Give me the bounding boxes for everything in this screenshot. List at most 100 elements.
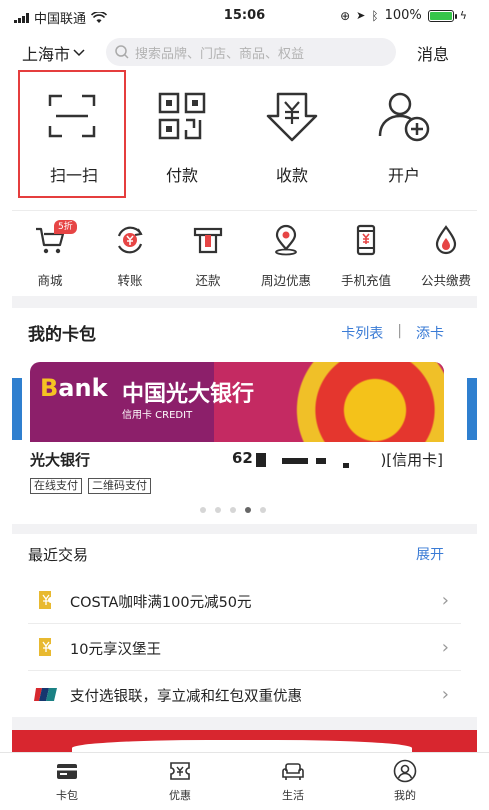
service-mall[interactable]: 5折 商城 [10, 218, 90, 292]
service-phone-recharge[interactable]: 手机充值 [326, 218, 406, 292]
service-grid: 5折 商城 转账 还款 周边优惠 手机充值 公共缴费 [0, 218, 489, 296]
service-label: 周边优惠 [260, 273, 311, 288]
open-account-button[interactable]: 开户 [350, 70, 458, 198]
card-number: 62 [232, 449, 253, 467]
card-pack-links: 卡列表 | 添卡 [341, 323, 444, 343]
tab-card-pack[interactable]: 卡包 [32, 757, 102, 803]
tab-label: 卡包 [56, 789, 78, 802]
page-dot [200, 507, 206, 513]
unionpay-icon [34, 688, 57, 701]
service-repay[interactable]: 还款 [168, 218, 248, 292]
number-mask [343, 463, 349, 468]
add-card-link[interactable]: 添卡 [416, 323, 444, 343]
divider [12, 210, 477, 211]
pay-label: 付款 [165, 166, 198, 185]
scan-label: 扫一扫 [49, 166, 98, 185]
bank-card[interactable]: Bank 中国光大银行 信用卡 CREDIT [30, 362, 444, 442]
search-placeholder: 搜索品牌、门店、商品、权益 [135, 46, 305, 62]
bluetooth-icon: ᛒ [371, 8, 379, 23]
tab-label: 我的 [394, 789, 416, 802]
chevron-right-icon: › [441, 637, 449, 658]
quick-actions: 扫一扫 付款 收款 开户 [0, 70, 489, 200]
transaction-text: 支付选银联，享立减和红包双重优惠 [70, 689, 302, 705]
status-bar: 中国联通 15:06 ⊕ ➤ ᛒ 100% ϟ [0, 0, 489, 30]
qr-code-icon [158, 92, 206, 140]
service-nearby[interactable]: 周边优惠 [246, 218, 326, 292]
number-mask [316, 458, 326, 464]
transaction-row[interactable]: COSTA咖啡满100元减50元 › [28, 577, 453, 623]
coupon-icon [39, 591, 51, 609]
battery-percent: 100% [384, 8, 422, 23]
card-icon [57, 764, 77, 779]
charging-icon: ϟ [459, 9, 467, 22]
promo-banner[interactable] [12, 730, 477, 752]
add-user-icon [378, 92, 430, 142]
service-label: 转账 [117, 273, 143, 288]
coupon-icon [39, 638, 51, 656]
service-transfer[interactable]: 转账 [90, 218, 170, 292]
battery-icon [427, 9, 457, 22]
rotation-lock-icon: ⊕ [340, 8, 351, 23]
page-dot-active [245, 507, 251, 513]
app-screen: 中国联通 15:06 ⊕ ➤ ᛒ 100% ϟ 上海市 搜索品牌、门店、商品、权… [0, 0, 489, 810]
tab-offers[interactable]: 优惠 [145, 757, 215, 803]
transaction-row[interactable]: 10元享汉堡王 › [28, 624, 453, 670]
card-pagination[interactable] [200, 507, 266, 513]
expand-link[interactable]: 展开 [416, 544, 444, 564]
link-divider: | [397, 323, 402, 339]
pay-button[interactable]: 付款 [128, 70, 236, 198]
service-label: 商城 [37, 273, 63, 288]
tab-mine[interactable]: 我的 [370, 757, 440, 803]
scan-button[interactable]: 扫一扫 [18, 70, 126, 198]
prev-card-peek[interactable] [12, 378, 22, 440]
number-mask [282, 458, 308, 464]
search-icon [115, 45, 129, 59]
card-tags: 在线支付 二维码支付 [30, 478, 151, 494]
tab-label: 生活 [282, 789, 304, 802]
search-input[interactable]: 搜索品牌、门店、商品、权益 [106, 38, 396, 66]
card-type: )[信用卡] [380, 451, 443, 469]
city-selector[interactable]: 上海市 [22, 41, 85, 65]
location-arrow-icon: ➤ [356, 9, 366, 22]
chevron-down-icon [73, 49, 85, 57]
number-mask [256, 453, 266, 467]
next-card-peek[interactable] [467, 378, 477, 440]
coupon-tab-icon [170, 762, 190, 780]
transfer-icon [117, 226, 143, 254]
tag-online-pay: 在线支付 [30, 478, 82, 494]
transaction-text: 10元享汉堡王 [70, 642, 161, 658]
service-label: 公共缴费 [420, 273, 471, 288]
card-list-link[interactable]: 卡列表 [341, 323, 383, 343]
card-name: 光大银行 [30, 451, 91, 469]
scan-icon [48, 94, 96, 138]
phone-recharge-icon [356, 224, 376, 256]
recent-title: 最近交易 [28, 546, 89, 564]
chevron-right-icon: › [441, 590, 449, 611]
receive-label: 收款 [275, 166, 308, 185]
service-public-payment[interactable]: 公共缴费 [406, 218, 486, 292]
card-pack-title: 我的卡包 [28, 325, 96, 345]
service-label: 手机充值 [340, 273, 391, 288]
receive-button[interactable]: 收款 [238, 70, 346, 198]
card-bank-name: 中国光大银行 [122, 382, 255, 407]
page-dot [230, 507, 236, 513]
repay-icon [193, 227, 223, 254]
card-logo: Bank [40, 374, 108, 402]
tab-bar: 卡包 优惠 生活 我的 [0, 752, 489, 810]
user-icon [393, 759, 417, 783]
tag-qr-pay: 二维码支付 [88, 478, 151, 494]
section-gap [12, 717, 477, 730]
page-dot [215, 507, 221, 513]
page-dot [260, 507, 266, 513]
city-label: 上海市 [22, 45, 71, 64]
header-bar: 上海市 搜索品牌、门店、商品、权益 消息 [0, 36, 489, 68]
tab-life[interactable]: 生活 [258, 757, 328, 803]
messages-button[interactable]: 消息 [417, 41, 449, 65]
yuan-receive-icon [266, 92, 318, 142]
water-drop-icon [435, 225, 457, 255]
transaction-text: COSTA咖啡满100元减50元 [70, 595, 252, 611]
service-label: 还款 [195, 273, 221, 288]
transaction-row[interactable]: 支付选银联，享立减和红包双重优惠 › [28, 671, 453, 717]
tab-label: 优惠 [169, 789, 191, 802]
card-credit-label: 信用卡 CREDIT [122, 410, 193, 421]
